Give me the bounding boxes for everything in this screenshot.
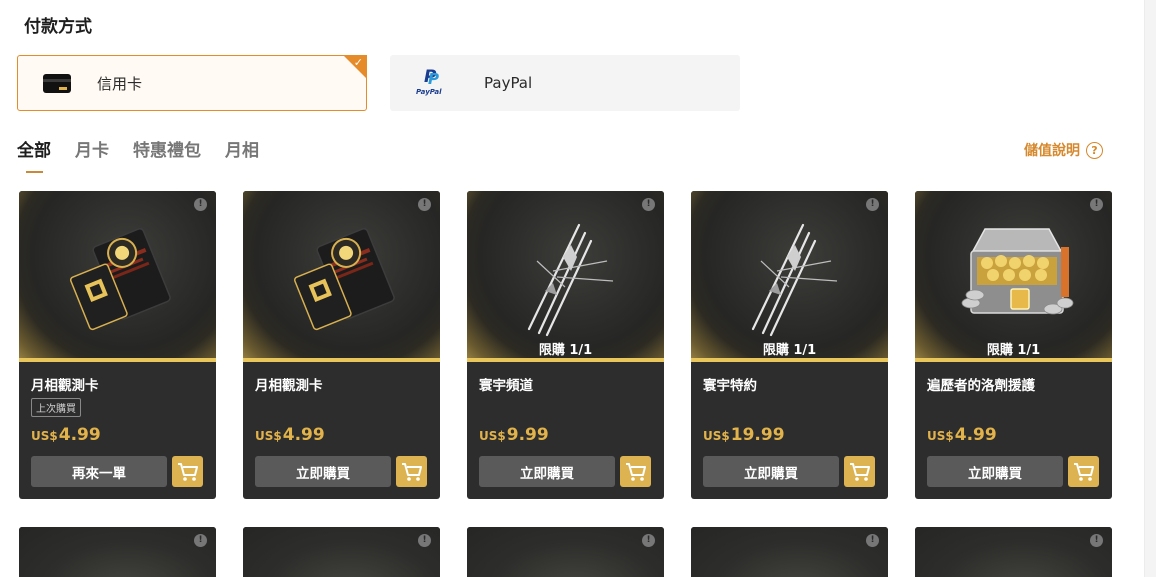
product-name: 月相觀測卡 [255, 378, 323, 394]
product-image: ! 限購 1/1 [691, 191, 888, 362]
info-icon[interactable]: ! [642, 198, 655, 211]
add-to-cart-button[interactable] [1068, 456, 1099, 487]
info-icon[interactable]: ! [866, 198, 879, 211]
tab-all[interactable]: 全部 [17, 136, 51, 173]
tab-moon-phase[interactable]: 月相 [225, 136, 259, 161]
product-name: 寰宇頻道 [479, 378, 533, 394]
info-icon[interactable]: ! [642, 534, 655, 547]
product-image: ! [243, 191, 440, 362]
payment-option-label: PayPal [484, 74, 533, 92]
payment-method-title: 付款方式 [24, 17, 92, 37]
tab-special-bundle[interactable]: 特惠禮包 [133, 136, 201, 161]
product-card[interactable]: ! [243, 527, 440, 577]
product-name: 遍歷者的洛劑援護 [927, 378, 1035, 394]
buy-now-button[interactable]: 立即購買 [255, 456, 391, 487]
treasure-chest-art-icon [961, 228, 1074, 315]
add-to-cart-button[interactable] [172, 456, 203, 487]
paypal-logo-icon: PP PayPal [416, 67, 442, 96]
info-icon[interactable]: ! [1090, 198, 1103, 211]
info-icon[interactable]: ! [194, 198, 207, 211]
info-icon[interactable]: ! [418, 534, 431, 547]
add-to-cart-button[interactable] [620, 456, 651, 487]
product-card[interactable]: ! 月相觀測卡 上次購買 US$ 4.99 再來一單 [19, 191, 216, 499]
charge-info-link[interactable]: 儲值說明 ? [1024, 140, 1103, 160]
product-image: ! [19, 527, 216, 577]
product-name: 月相觀測卡 [31, 378, 99, 394]
product-card[interactable]: ! 限購 1/1 寰宇特約 US$ 19.99 立即購買 [691, 191, 888, 499]
product-card[interactable]: ! 月相觀測卡 US$ 4.99 立即購買 [243, 191, 440, 499]
cart-icon [1073, 462, 1094, 481]
cart-icon [849, 462, 870, 481]
payment-option-label: 信用卡 [97, 74, 143, 93]
buy-again-button[interactable]: 再來一單 [31, 456, 167, 487]
payment-option-credit-card[interactable]: 信用卡 ✓ [17, 55, 367, 111]
product-name: 寰宇特約 [703, 378, 757, 394]
purchase-limit-label: 限購 1/1 [538, 343, 593, 358]
moon-card-art-icon [69, 228, 171, 331]
purchase-limit-label: 限購 1/1 [762, 343, 817, 358]
scrollbar-track[interactable] [1144, 0, 1156, 577]
product-image: ! 限購 1/1 [915, 191, 1112, 362]
product-price: US$ 4.99 [255, 425, 325, 445]
product-image: ! [19, 191, 216, 362]
add-to-cart-button[interactable] [844, 456, 875, 487]
product-card[interactable]: ! 限購 1/1 寰宇頻道 US$ 9.99 立即購買 [467, 191, 664, 499]
product-price: US$ 4.99 [927, 425, 997, 445]
blades-art-icon [751, 223, 838, 337]
info-icon[interactable]: ! [194, 534, 207, 547]
product-image: ! [467, 527, 664, 577]
product-image: ! [243, 527, 440, 577]
product-price: US$ 19.99 [703, 425, 785, 445]
buy-now-button[interactable]: 立即購買 [479, 456, 615, 487]
info-icon[interactable]: ! [866, 534, 879, 547]
cart-icon [177, 462, 198, 481]
buy-now-button[interactable]: 立即購買 [703, 456, 839, 487]
purchase-limit-label: 限購 1/1 [986, 343, 1041, 358]
product-price: US$ 9.99 [479, 425, 549, 445]
product-card[interactable]: ! [467, 527, 664, 577]
product-image: ! [915, 527, 1112, 577]
credit-card-icon [43, 73, 71, 93]
info-icon[interactable]: ! [1090, 534, 1103, 547]
add-to-cart-button[interactable] [396, 456, 427, 487]
info-icon[interactable]: ! [418, 198, 431, 211]
buy-now-button[interactable]: 立即購買 [927, 456, 1063, 487]
product-card[interactable]: ! [691, 527, 888, 577]
product-image: ! 限購 1/1 [467, 191, 664, 362]
cart-icon [625, 462, 646, 481]
category-tabs: 全部 月卡 特惠禮包 月相 [17, 136, 283, 173]
product-card[interactable]: ! 限購 1/1 遍歷者的洛劑援護 US$ 4.99 立即購買 [915, 191, 1112, 499]
product-image: ! [691, 527, 888, 577]
blades-art-icon [527, 223, 614, 337]
charge-info-label: 儲值說明 [1024, 143, 1080, 159]
cart-icon [401, 462, 422, 481]
checkmark-icon: ✓ [353, 56, 363, 69]
question-circle-icon: ? [1086, 141, 1103, 159]
moon-card-art-icon [293, 228, 395, 331]
last-purchased-badge: 上次購買 [31, 398, 81, 417]
product-card[interactable]: ! [915, 527, 1112, 577]
tab-monthly-card[interactable]: 月卡 [75, 136, 109, 161]
payment-option-paypal[interactable]: PP PayPal PayPal [390, 55, 740, 111]
product-price: US$ 4.99 [31, 425, 101, 445]
product-card[interactable]: ! [19, 527, 216, 577]
